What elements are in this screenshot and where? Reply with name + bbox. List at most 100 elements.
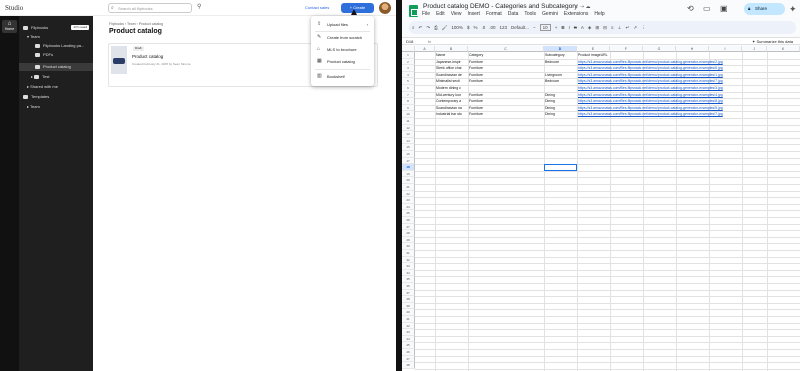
menu-data[interactable]: Data [508,11,519,17]
table-cell[interactable]: Scandinavian na [435,105,468,112]
flipbook-thumbnail[interactable] [111,46,127,74]
star-icon[interactable]: ☆ [574,4,578,10]
row-header[interactable]: 46 [402,349,415,356]
table-cell[interactable]: Dining [544,92,577,99]
wrap-icon[interactable]: ↵ [625,25,629,30]
card-title[interactable]: Product catalog [132,54,163,59]
sidebar-item-pdfs[interactable]: PDFs [19,51,93,59]
table-cell[interactable]: https://s3.amazonaws.com/files.flipsnack… [577,59,800,66]
row-header[interactable]: 33 [402,263,415,270]
spreadsheet-grid[interactable]: A B C D E F G H I J K 1 2 3 4 5 6 7 8 9 10 11 12 13 14 15 16 17 18 19… [402,46,800,371]
table-cell[interactable]: Contemporary a [435,98,468,105]
table-cell[interactable]: Furniture [468,72,544,79]
merge-icon[interactable]: ⊟ [603,25,607,30]
decimal-increase-icon[interactable]: .00 [489,25,495,30]
sheets-logo-icon[interactable] [409,5,418,17]
row-header[interactable]: 20 [402,177,415,184]
text-color-icon[interactable]: A [581,25,584,30]
menu-item-bookshelf[interactable]: ▥ Bookshelf [311,71,374,82]
row-header[interactable]: 29 [402,236,415,244]
sidebar-item-shared[interactable]: ▸ Shared with me [19,83,93,91]
table-cell[interactable]: Industrial bar sto [435,111,468,118]
sidebar-item-landing[interactable]: Flipbooks Landing pa... [19,42,93,50]
print-icon[interactable]: ⎙ [434,25,438,30]
search-input[interactable]: ⌕ Search all flipbooks [108,3,192,13]
menu-item-upload-files[interactable]: ⇪ Upload files › [311,19,374,30]
row-header[interactable]: 6 [402,85,415,92]
selected-cell[interactable] [544,164,577,171]
table-cell[interactable]: Dining [544,111,577,118]
row-header[interactable]: 1 [402,52,415,59]
row-header[interactable]: 38 [402,296,415,303]
breadcrumb-item[interactable]: Team [127,22,136,26]
table-cell[interactable]: https://s3.amazonaws.com/files.flipsnack… [577,111,800,118]
table-cell[interactable]: https://s3.amazonaws.com/files.flipsnack… [577,78,800,85]
table-cell[interactable]: Mid-century lour [435,92,468,99]
paint-format-icon[interactable]: 🖌︎ [442,25,448,30]
menu-edit[interactable]: Edit [436,11,445,17]
menu-insert[interactable]: Insert [467,11,480,17]
percent-button[interactable]: % [473,25,477,30]
meet-icon[interactable]: ▣ [720,4,728,13]
gemini-icon[interactable]: ✦ [789,4,797,15]
row-header[interactable]: 35 [402,276,415,283]
row-header[interactable]: 32 [402,256,415,264]
row-header[interactable]: 31 [402,250,415,257]
table-cell[interactable]: Dining [544,105,577,112]
row-header[interactable]: 12 [402,124,415,132]
valign-icon[interactable]: ⊥ [618,25,622,30]
row-header[interactable]: 5 [402,78,415,85]
sidebar-item-team[interactable]: ▾ Team [19,33,93,41]
table-cell[interactable]: Sleek office chai [435,65,468,72]
row-header[interactable]: 8 [402,98,415,105]
sidebar-item-flipbooks[interactable]: Flipbooks 17/∞ used [19,24,93,32]
row-header[interactable]: 10 [402,111,415,118]
menu-gemini[interactable]: Gemini [542,11,558,17]
menu-item-mls-to-brochure[interactable]: ⌂ MLS to brochure [311,44,374,55]
row-header[interactable]: 40 [402,309,415,316]
borders-icon[interactable]: ⊞ [595,25,599,30]
strikethrough-icon[interactable]: S [574,25,577,30]
menu-view[interactable]: View [451,11,462,17]
table-cell[interactable]: https://s3.amazonaws.com/files.flipsnack… [577,92,800,99]
rail-home-button[interactable]: ⌂ Home [2,20,17,33]
row-header[interactable]: 9 [402,104,415,112]
share-button[interactable]: 🔒︎ Share [744,3,785,15]
font-size-increase[interactable]: + [555,25,558,30]
document-title[interactable]: Product catalog DEMO - Categories and Su… [423,3,578,10]
table-cell[interactable]: Furniture [468,59,544,66]
menu-tools[interactable]: Tools [524,11,536,17]
fill-color-icon[interactable]: ◈ [588,25,591,30]
table-cell[interactable]: Dining [544,98,577,105]
table-cell[interactable]: Bedroom [544,59,577,66]
menu-item-create-from-scratch[interactable]: ✎ Create from scratch [311,32,374,43]
row-header[interactable]: 34 [402,269,415,277]
row-header[interactable]: 11 [402,118,415,125]
table-cell[interactable]: Furniture [468,98,544,105]
row-header[interactable]: 36 [402,283,415,290]
row-header[interactable]: 22 [402,190,415,198]
menu-help[interactable]: Help [594,11,604,17]
table-cell[interactable]: Bedroom [544,78,577,85]
comment-icon[interactable]: ▭ [703,4,711,13]
row-header[interactable]: 26 [402,217,415,224]
table-cell[interactable]: Name [435,52,468,59]
row-header[interactable]: 21 [402,184,415,191]
row-header[interactable]: 43 [402,329,415,336]
table-cell[interactable]: https://s3.amazonaws.com/files.flipsnack… [577,98,800,105]
row-header[interactable]: 25 [402,210,415,217]
table-cell[interactable]: Furniture [468,65,544,72]
move-icon[interactable]: ⇢ [580,4,584,10]
table-cell[interactable]: Furniture [468,92,544,99]
table-cell[interactable]: https://s3.amazonaws.com/files.flipsnack… [577,65,800,72]
create-button[interactable]: + Create [341,3,374,13]
row-header[interactable]: 42 [402,322,415,330]
zoom-select[interactable]: 100% [451,25,463,30]
font-size-decrease[interactable]: − [533,25,536,30]
row-header[interactable]: 16 [402,151,415,158]
row-header[interactable]: 13 [402,131,415,138]
table-cell[interactable]: Livingroom [544,72,577,79]
rotate-icon[interactable]: ↗ [633,25,637,30]
decimal-decrease-icon[interactable]: .0 [481,25,485,30]
summarize-button[interactable]: ✦ Summarize this data [752,38,793,45]
